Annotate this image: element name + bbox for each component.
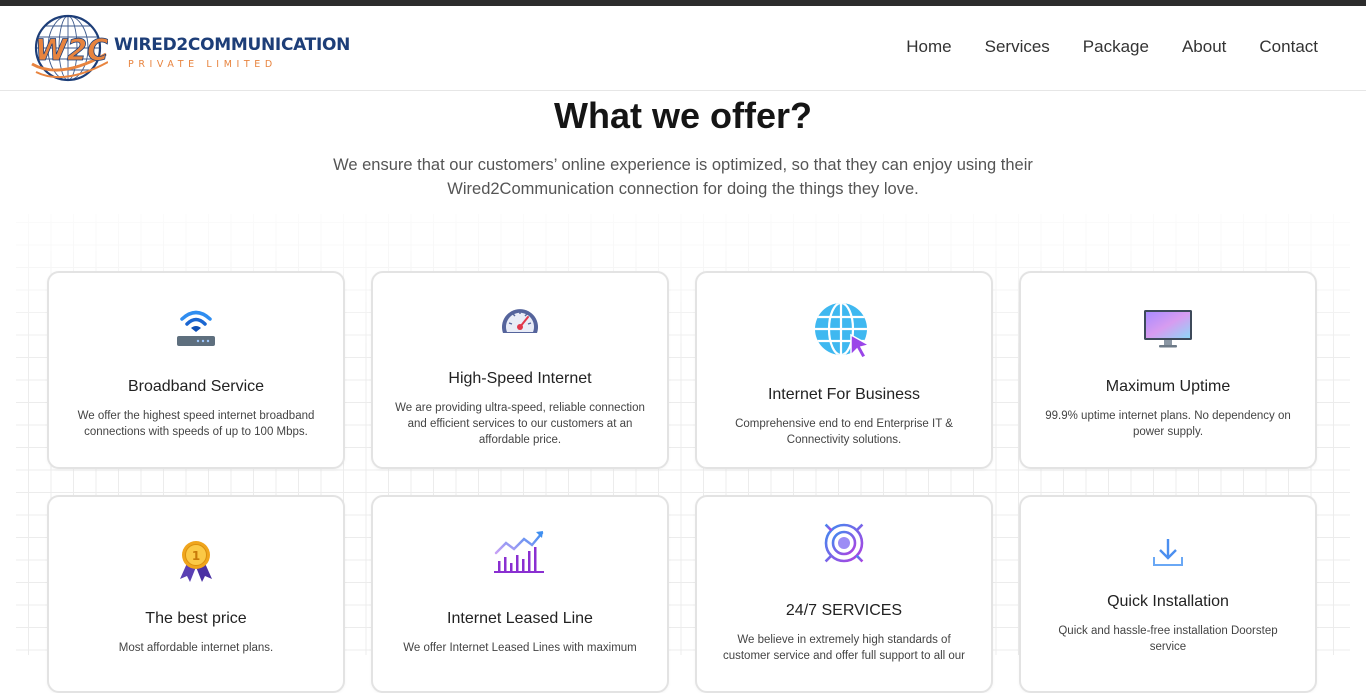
download-icon: [1021, 537, 1315, 569]
logo-letters: W2C: [35, 33, 108, 67]
service-card-description: Quick and hassle-free installation Doors…: [1058, 625, 1278, 653]
service-card-best-price[interactable]: 1 The best price Most affordable interne…: [47, 495, 345, 693]
service-card-business[interactable]: Internet For Business Comprehensive end …: [695, 271, 993, 469]
medal-icon: 1: [49, 539, 343, 583]
service-card-leased-line[interactable]: Internet Leased Line We offer Internet L…: [371, 495, 669, 693]
service-card-description: We offer the highest speed internet broa…: [77, 410, 315, 438]
nav-services-link[interactable]: Services: [985, 37, 1050, 57]
service-card-title: Internet Leased Line: [447, 610, 593, 627]
service-card-title: 24/7 SERVICES: [785, 602, 903, 619]
monitor-icon: [1021, 309, 1315, 349]
growth-chart-icon: [373, 529, 667, 575]
service-card-title: Broadband Service: [127, 378, 265, 395]
wifi-router-icon: [49, 307, 343, 349]
service-card-title: High-Speed Internet: [448, 370, 592, 387]
main-nav: Home Services Package About Contact: [906, 37, 1318, 57]
speedometer-icon: [373, 301, 667, 339]
service-card-high-speed[interactable]: High-Speed Internet We are providing ult…: [371, 271, 669, 469]
service-card-24-7[interactable]: 24/7 SERVICES We believe in extremely hi…: [695, 495, 993, 693]
service-card-description: We believe in extremely high standards o…: [722, 634, 966, 662]
service-card-description: Most affordable internet plans.: [118, 642, 274, 654]
svg-text:1: 1: [192, 549, 200, 563]
logo-globe-icon: W2C: [31, 14, 108, 82]
service-card-title: Quick Installation: [1107, 593, 1229, 610]
service-card-installation[interactable]: Quick Installation Quick and hassle-free…: [1019, 495, 1317, 693]
brand-name: WIRED2COMMUNICATION: [114, 35, 351, 55]
globe-cursor-icon: [697, 301, 991, 361]
service-card-title: Maximum Uptime: [1105, 378, 1231, 395]
nav-home-link[interactable]: Home: [906, 37, 951, 57]
section-description: We ensure that our customers’ online exp…: [333, 156, 1033, 198]
brand-subtitle: PRIVATE LIMITED: [128, 59, 277, 70]
service-card-title: Internet For Business: [767, 386, 921, 403]
service-card-description: We offer Internet Leased Lines with maxi…: [403, 642, 637, 654]
service-card-uptime[interactable]: Maximum Uptime 99.9% uptime internet pla…: [1019, 271, 1317, 469]
nav-about-link[interactable]: About: [1182, 37, 1226, 57]
service-card-description: Comprehensive end to end Enterprise IT &…: [735, 418, 953, 446]
service-card-broadband[interactable]: Broadband Service We offer the highest s…: [47, 271, 345, 469]
nav-contact-link[interactable]: Contact: [1259, 37, 1318, 57]
gear-icon: [697, 515, 991, 571]
site-header: W2C WIRED2COMMUNICATION PRIVATE LIMITED …: [0, 6, 1366, 91]
nav-package-link[interactable]: Package: [1083, 37, 1149, 57]
service-card-description: We are providing ultra-speed, reliable c…: [395, 402, 645, 446]
service-card-description: 99.9% uptime internet plans. No dependen…: [1045, 410, 1291, 438]
brand-logo[interactable]: W2C WIRED2COMMUNICATION PRIVATE LIMITED: [30, 14, 350, 86]
service-card-title: The best price: [145, 610, 247, 627]
section-title: What we offer?: [554, 95, 812, 136]
